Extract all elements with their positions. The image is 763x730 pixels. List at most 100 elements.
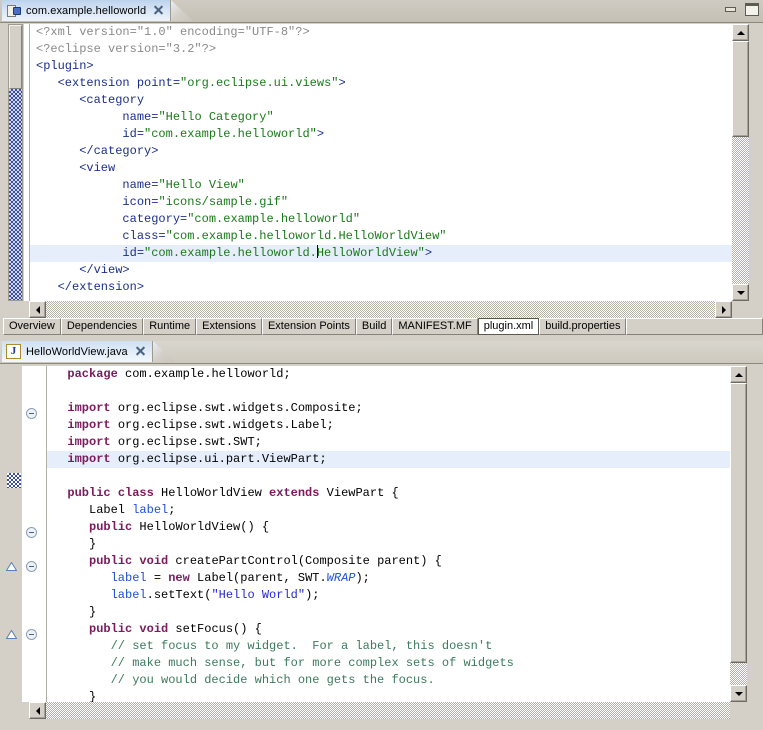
xml-left-ruler-track[interactable] (9, 89, 22, 300)
implements-method-icon (6, 630, 17, 639)
page-tab-overview[interactable]: Overview (3, 318, 61, 335)
editor-tab-helloworldview-java[interactable]: J HelloWorldView.java (2, 341, 153, 362)
code-line[interactable]: import org.eclipse.ui.part.ViewPart; (47, 451, 731, 468)
code-token: name= (122, 110, 159, 124)
code-line[interactable]: <?xml version="1.0" encoding="UTF-8"?> (30, 24, 733, 41)
code-token: <?eclipse version="3.2"?> (36, 42, 217, 56)
code-line[interactable]: icon="icons/sample.gif" (30, 194, 733, 211)
code-line[interactable]: name="Hello Category" (30, 109, 733, 126)
page-tab-build[interactable]: Build (355, 318, 393, 335)
java-scroll-thumb[interactable] (730, 383, 747, 663)
java-scroll-up-button[interactable] (730, 366, 747, 383)
xml-scroll-left-button[interactable] (29, 301, 46, 318)
code-line[interactable]: public class HelloWorldView extends View… (47, 485, 731, 502)
java-horizontal-scrollbar[interactable] (29, 702, 730, 719)
xml-scroll-thumb[interactable] (732, 41, 749, 137)
page-tab-extension-points[interactable]: Extension Points (261, 318, 356, 335)
code-line[interactable]: // make much sense, but for more complex… (47, 655, 731, 672)
code-line[interactable]: </category> (30, 143, 733, 160)
code-line[interactable]: public void setFocus() { (47, 621, 731, 638)
code-line[interactable]: </extension> (30, 279, 733, 296)
xml-scroll-right-button[interactable] (715, 301, 732, 318)
code-token: createPartControl(Composite parent) { (168, 554, 442, 568)
code-token: > (338, 76, 346, 90)
code-line[interactable]: <plugin> (30, 58, 733, 75)
editor-tab-title: HelloWorldView.java (26, 345, 128, 358)
fold-collapse-icon[interactable] (26, 408, 37, 419)
minimize-icon[interactable] (723, 3, 738, 16)
code-token: WRAP (326, 571, 356, 585)
xml-horizontal-scrollbar[interactable] (29, 301, 732, 318)
code-line[interactable]: import org.eclipse.swt.widgets.Label; (47, 417, 731, 434)
code-line[interactable]: label.setText("Hello World"); (47, 587, 731, 604)
xml-left-ruler-thumb[interactable] (9, 25, 22, 89)
page-tab-filler (626, 318, 763, 335)
fold-collapse-icon[interactable] (26, 561, 37, 572)
code-line[interactable]: public HelloWorldView() { (47, 519, 731, 536)
xml-code-area[interactable]: <?xml version="1.0" encoding="UTF-8"?> <?… (29, 24, 733, 301)
code-line[interactable]: name="Hello View" (30, 177, 733, 194)
code-line[interactable] (47, 468, 731, 485)
page-tab-dependencies[interactable]: Dependencies (60, 318, 144, 335)
xml-hscroll-track[interactable] (29, 301, 732, 318)
xml-left-overview-ruler[interactable] (8, 24, 23, 301)
code-token: ViewPart { (319, 486, 399, 500)
java-scroll-left-button[interactable] (29, 702, 46, 719)
java-folding-gutter[interactable] (22, 366, 46, 702)
code-line[interactable] (47, 383, 731, 400)
code-token: id= (122, 127, 145, 141)
java-annotation-ruler[interactable] (6, 366, 21, 702)
code-line[interactable]: <category (30, 92, 733, 109)
editor-tab-plugin-manifest[interactable]: com.example.helloworld (2, 0, 172, 21)
code-token: ); (305, 588, 320, 602)
code-line[interactable]: <extension point="org.eclipse.ui.views"> (30, 75, 733, 92)
xml-scroll-down-button[interactable] (732, 284, 749, 301)
code-token: } (53, 605, 97, 619)
chevron-down-icon (734, 691, 743, 696)
code-token: icon= (122, 195, 159, 209)
code-line[interactable]: id="com.example.helloworld"> (30, 126, 733, 143)
java-hscroll-track[interactable] (29, 702, 730, 719)
page-tab-plugin-xml[interactable]: plugin.xml (477, 318, 540, 335)
code-line[interactable]: } (47, 604, 731, 621)
code-line[interactable]: } (47, 536, 731, 553)
maximize-icon[interactable] (744, 3, 759, 16)
java-vertical-scrollbar[interactable] (730, 366, 747, 702)
code-line[interactable]: label = new Label(parent, SWT.WRAP); (47, 570, 731, 587)
page-tab-runtime[interactable]: Runtime (143, 318, 197, 335)
code-token: // make much sense, but for more complex… (110, 656, 514, 670)
code-line[interactable]: } (47, 689, 731, 702)
fold-collapse-icon[interactable] (26, 527, 37, 538)
page-tab-extensions[interactable]: Extensions (196, 318, 262, 335)
code-line[interactable]: // you would decide which one gets the f… (47, 672, 731, 689)
close-icon[interactable] (153, 5, 164, 16)
xml-scroll-up-button[interactable] (732, 24, 749, 41)
code-line[interactable]: <?eclipse version="3.2"?> (30, 41, 733, 58)
code-line[interactable]: import org.eclipse.swt.widgets.Composite… (47, 400, 731, 417)
implements-method-icon (6, 562, 17, 571)
window-controls (723, 3, 759, 16)
code-line[interactable]: </view> (30, 262, 733, 279)
code-token: name= (122, 178, 159, 192)
code-line[interactable]: Label label; (47, 502, 731, 519)
java-code-area[interactable]: package com.example.helloworld; import o… (46, 366, 731, 702)
java-scroll-down-button[interactable] (730, 685, 747, 702)
page-tab-build-properties[interactable]: build.properties (539, 318, 627, 335)
page-tab-manifest-mf[interactable]: MANIFEST.MF (392, 318, 478, 335)
fold-collapse-icon[interactable] (26, 629, 37, 640)
code-line[interactable]: category="com.example.helloworld" (30, 211, 733, 228)
code-line[interactable]: class="com.example.helloworld.HelloWorld… (30, 228, 733, 245)
code-token: "icons/sample.gif" (158, 195, 289, 209)
code-line[interactable]: <view (30, 160, 733, 177)
code-line[interactable]: id="com.example.helloworld.HelloWorldVie… (30, 245, 733, 262)
code-line[interactable]: import org.eclipse.swt.SWT; (47, 434, 731, 451)
code-line[interactable]: package com.example.helloworld; (47, 366, 731, 383)
xml-vertical-scrollbar[interactable] (732, 24, 749, 301)
close-icon[interactable] (135, 346, 146, 357)
code-token: org.eclipse.ui.part.ViewPart; (110, 452, 327, 466)
code-token: public void (89, 554, 169, 568)
code-line[interactable]: // set focus to my widget. For a label, … (47, 638, 731, 655)
code-token: import (67, 452, 111, 466)
code-line[interactable]: public void createPartControl(Composite … (47, 553, 731, 570)
